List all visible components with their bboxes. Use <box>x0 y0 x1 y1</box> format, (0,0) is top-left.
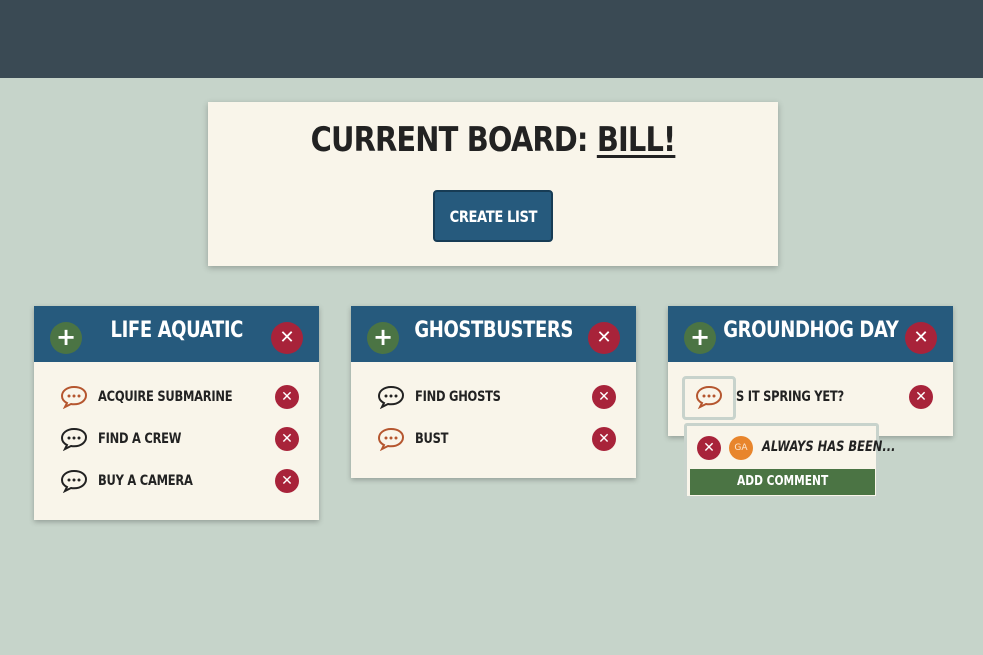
card-item[interactable]: FIND GHOSTS ✕ <box>351 383 636 413</box>
close-icon: ✕ <box>596 327 612 348</box>
close-icon: ✕ <box>915 389 927 405</box>
board-title: CURRENT BOARD: BILL! <box>251 120 736 160</box>
delete-card-button[interactable]: ✕ <box>592 427 616 451</box>
delete-card-button[interactable]: ✕ <box>275 427 299 451</box>
comment-icon[interactable] <box>377 385 405 409</box>
avatar: GA <box>729 436 753 460</box>
close-icon: ✕ <box>598 389 610 405</box>
comment-icon[interactable] <box>60 427 88 451</box>
close-icon: ✕ <box>281 431 293 447</box>
board-name-link[interactable]: BILL! <box>597 120 676 160</box>
comment-active-icon[interactable] <box>60 385 88 409</box>
comment-icon[interactable] <box>60 469 88 493</box>
delete-card-button[interactable]: ✕ <box>275 469 299 493</box>
comment-text: ALWAYS HAS BEEN... <box>762 439 896 455</box>
card-label: IS IT SPRING YET? <box>732 389 844 405</box>
close-icon: ✕ <box>913 327 929 348</box>
board-header-card: CURRENT BOARD: BILL! CREATE LIST <box>208 102 778 266</box>
card-label: ACQUIRE SUBMARINE <box>98 389 233 405</box>
card-label: FIND A CREW <box>98 431 182 447</box>
add-comment-label: ADD COMMENT <box>736 474 829 489</box>
card-item[interactable]: FIND A CREW ✕ <box>34 425 319 455</box>
delete-list-button[interactable]: ✕ <box>271 322 303 354</box>
close-icon: ✕ <box>598 431 610 447</box>
card-item[interactable]: ACQUIRE SUBMARINE ✕ <box>34 383 319 413</box>
close-icon: ✕ <box>703 440 715 456</box>
close-icon: ✕ <box>281 473 293 489</box>
list-header: + LIFE AQUATIC ✕ <box>34 306 319 362</box>
comment-active-icon[interactable] <box>695 385 723 409</box>
comment-active-icon[interactable] <box>377 427 405 451</box>
delete-card-button[interactable]: ✕ <box>275 385 299 409</box>
add-comment-button[interactable]: ADD COMMENT <box>690 469 875 495</box>
card-item[interactable]: BUY A CAMERA ✕ <box>34 467 319 497</box>
create-list-button[interactable]: CREATE LIST <box>433 190 553 242</box>
comment-toggle-highlight[interactable] <box>682 376 736 420</box>
delete-list-button[interactable]: ✕ <box>588 322 620 354</box>
board-title-prefix: CURRENT BOARD: <box>310 120 597 160</box>
delete-card-button[interactable]: ✕ <box>909 385 933 409</box>
card-item[interactable]: BUST ✕ <box>351 425 636 455</box>
close-icon: ✕ <box>281 389 293 405</box>
card-label: BUY A CAMERA <box>98 473 193 489</box>
card-label: FIND GHOSTS <box>415 389 501 405</box>
top-navbar <box>0 0 983 78</box>
list-header: + GHOSTBUSTERS ✕ <box>351 306 636 362</box>
create-list-label: CREATE LIST <box>449 206 537 226</box>
delete-card-button[interactable]: ✕ <box>592 385 616 409</box>
delete-list-button[interactable]: ✕ <box>905 322 937 354</box>
list-life-aquatic: + LIFE AQUATIC ✕ ACQUIRE SUBMARINE ✕ FIN… <box>34 306 319 520</box>
list-header: + GROUNDHOG DAY ✕ <box>668 306 953 362</box>
close-icon: ✕ <box>279 327 295 348</box>
list-ghostbusters: + GHOSTBUSTERS ✕ FIND GHOSTS ✕ BUST ✕ <box>351 306 636 478</box>
card-label: BUST <box>415 431 449 447</box>
comment-popover: ✕ GA ALWAYS HAS BEEN... ADD COMMENT <box>684 423 895 499</box>
delete-comment-button[interactable]: ✕ <box>697 436 721 460</box>
